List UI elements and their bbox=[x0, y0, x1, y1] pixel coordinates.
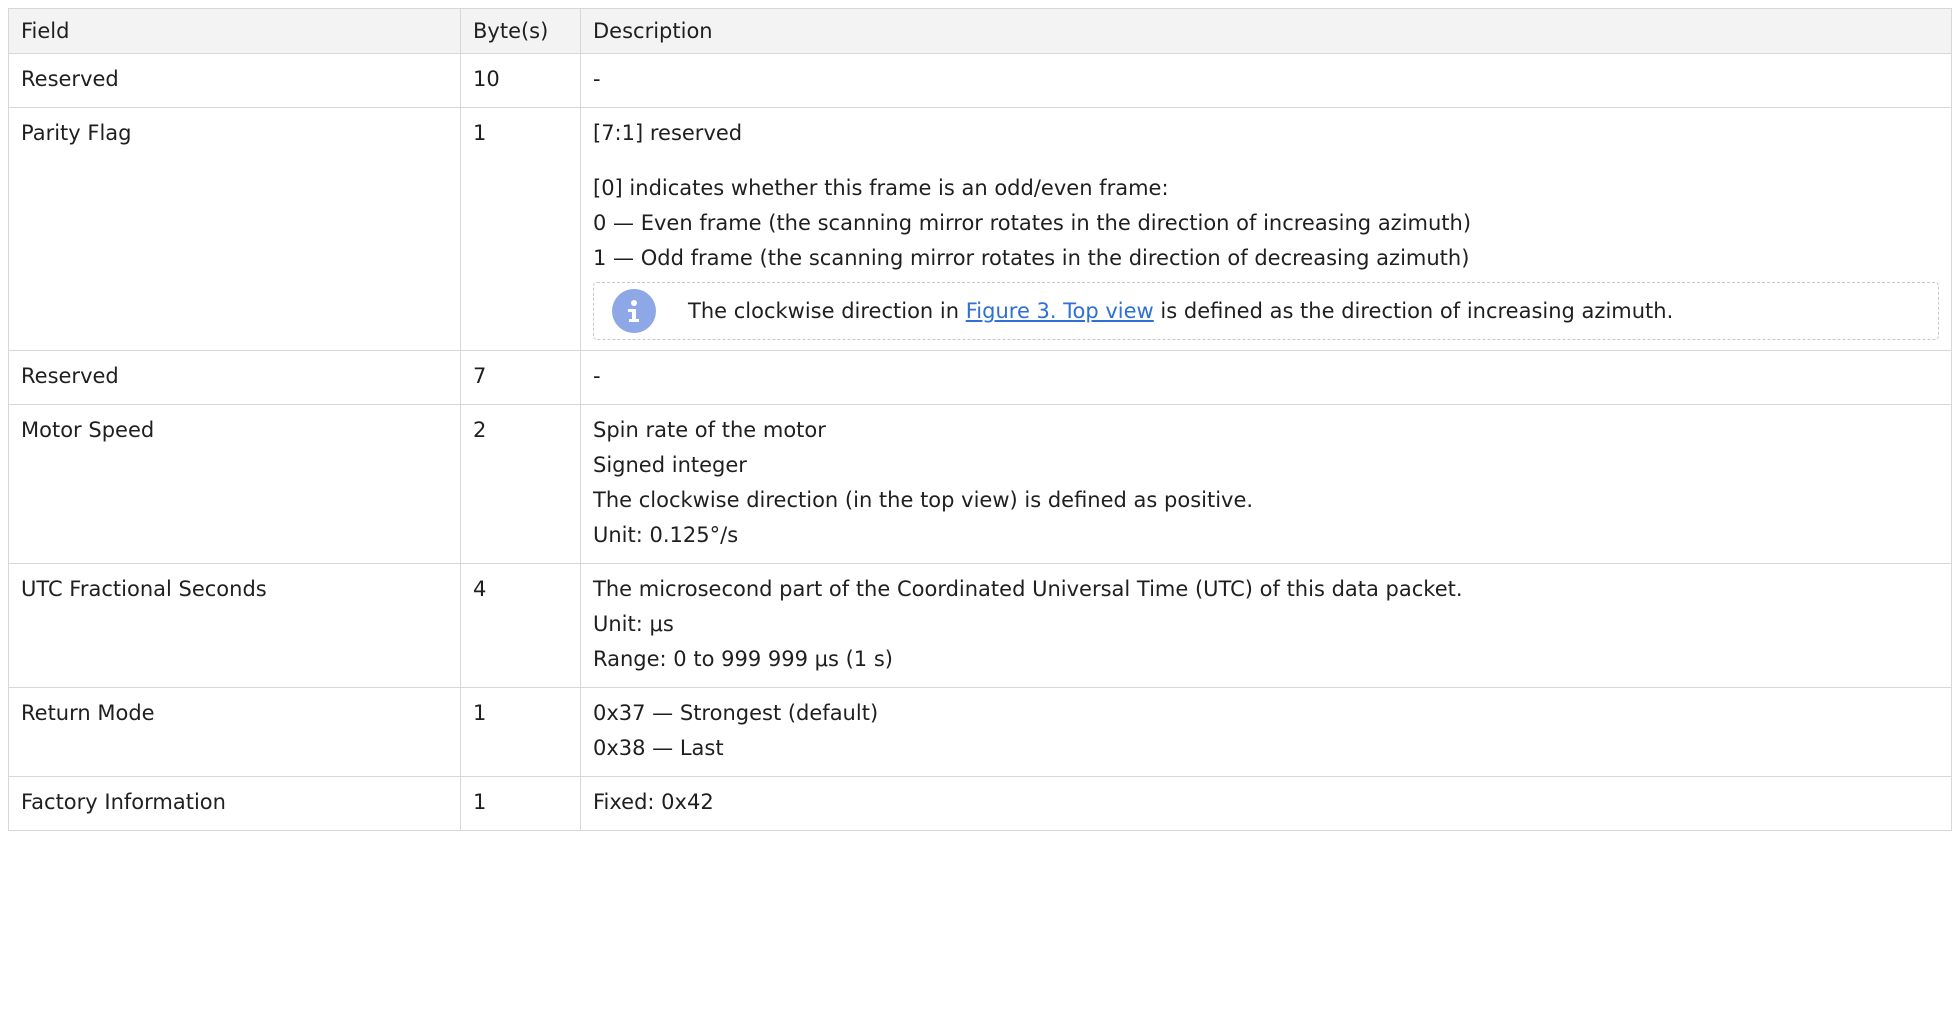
info-note: The clockwise direction in Figure 3. Top… bbox=[593, 282, 1939, 340]
note-text-before: The clockwise direction in bbox=[688, 299, 966, 323]
note-text: The clockwise direction in Figure 3. Top… bbox=[688, 293, 1673, 329]
description-cell: The microsecond part of the Coordinated … bbox=[580, 563, 1952, 688]
description-line: Unit: μs bbox=[593, 612, 674, 636]
field-cell: Parity Flag bbox=[8, 107, 461, 351]
description-cell: - bbox=[580, 53, 1952, 108]
info-icon bbox=[612, 289, 656, 333]
table-row: Factory Information 1 Fixed: 0x42 bbox=[8, 776, 1952, 831]
description-cell: Fixed: 0x42 bbox=[580, 776, 1952, 831]
table-row: Reserved 7 - bbox=[8, 350, 1952, 405]
figure-3-link[interactable]: Figure 3. Top view bbox=[966, 299, 1154, 323]
bytes-cell: 10 bbox=[460, 53, 581, 108]
bytes-cell: 1 bbox=[460, 776, 581, 831]
field-cell: Factory Information bbox=[8, 776, 461, 831]
table-header: Field Byte(s) Description bbox=[8, 8, 1952, 54]
description-line: 1 — Odd frame (the scanning mirror rotat… bbox=[593, 246, 1470, 270]
description-cell: Spin rate of the motor Signed integer Th… bbox=[580, 404, 1952, 564]
bytes-cell: 7 bbox=[460, 350, 581, 405]
bytes-cell: 2 bbox=[460, 404, 581, 564]
field-cell: Reserved bbox=[8, 350, 461, 405]
description-line: The microsecond part of the Coordinated … bbox=[593, 577, 1463, 601]
description-cell: - bbox=[580, 350, 1952, 405]
table-body: Reserved 10 - Parity Flag 1 [7:1] reserv… bbox=[8, 53, 1952, 831]
description-line: [7:1] reserved bbox=[593, 121, 743, 145]
bytes-cell: 4 bbox=[460, 563, 581, 688]
description-line: 0 — Even frame (the scanning mirror rota… bbox=[593, 211, 1472, 235]
field-cell: Reserved bbox=[8, 53, 461, 108]
description-line: Spin rate of the motor bbox=[593, 418, 826, 442]
bytes-cell: 1 bbox=[460, 107, 581, 351]
description-line: Fixed: 0x42 bbox=[593, 790, 714, 814]
field-cell: Return Mode bbox=[8, 687, 461, 777]
description-line: The clockwise direction (in the top view… bbox=[593, 488, 1254, 512]
header-bytes: Byte(s) bbox=[460, 8, 581, 54]
description-line: Range: 0 to 999 999 μs (1 s) bbox=[593, 647, 893, 671]
note-text-after: is defined as the direction of increasin… bbox=[1153, 299, 1674, 323]
description-cell: 0x37 — Strongest (default) 0x38 — Last bbox=[580, 687, 1952, 777]
field-cell: UTC Fractional Seconds bbox=[8, 563, 461, 688]
table-row: Parity Flag 1 [7:1] reserved [0] indicat… bbox=[8, 107, 1952, 351]
description-line: 0x38 — Last bbox=[593, 736, 724, 760]
description-line: - bbox=[593, 67, 601, 91]
header-row: Field Byte(s) Description bbox=[8, 8, 1952, 54]
table-row: Motor Speed 2 Spin rate of the motor Sig… bbox=[8, 404, 1952, 564]
description-line: [0] indicates whether this frame is an o… bbox=[593, 176, 1169, 200]
field-cell: Motor Speed bbox=[8, 404, 461, 564]
table-row: UTC Fractional Seconds 4 The microsecond… bbox=[8, 563, 1952, 688]
table-row: Reserved 10 - bbox=[8, 53, 1952, 108]
table-row: Return Mode 1 0x37 — Strongest (default)… bbox=[8, 687, 1952, 777]
bytes-cell: 1 bbox=[460, 687, 581, 777]
description-cell: [7:1] reserved [0] indicates whether thi… bbox=[580, 107, 1952, 351]
description-line: - bbox=[593, 364, 601, 388]
description-line: 0x37 — Strongest (default) bbox=[593, 701, 879, 725]
description-line: Unit: 0.125°/s bbox=[593, 523, 739, 547]
header-field: Field bbox=[8, 8, 461, 54]
header-description: Description bbox=[580, 8, 1952, 54]
description-line: Signed integer bbox=[593, 453, 747, 477]
packet-field-table: Field Byte(s) Description Reserved 10 - … bbox=[8, 8, 1952, 831]
document-body: Field Byte(s) Description Reserved 10 - … bbox=[8, 8, 1952, 831]
